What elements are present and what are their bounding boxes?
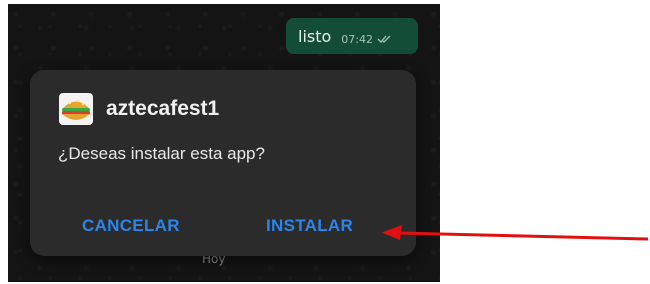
message-text: listo <box>298 26 332 46</box>
message-time: 07:42 <box>341 32 373 46</box>
install-question: ¿Deseas instalar esta app? <box>58 144 265 163</box>
read-ticks-icon <box>377 35 391 43</box>
taco-icon <box>59 93 93 125</box>
install-button[interactable]: INSTALAR <box>266 216 353 236</box>
install-dialog: aztecafest1 ¿Deseas instalar esta app? C… <box>30 70 416 256</box>
app-name: aztecafest1 <box>106 97 220 120</box>
annotation-arrow-icon <box>382 225 649 241</box>
sent-message-bubble[interactable]: listo 07:42 <box>286 18 418 54</box>
cancel-button[interactable]: CANCELAR <box>82 216 180 236</box>
phone-screen: listo 07:42 Hoy aztecafest1 ¿Deseas inst… <box>8 4 440 282</box>
app-header: aztecafest1 <box>58 92 219 126</box>
